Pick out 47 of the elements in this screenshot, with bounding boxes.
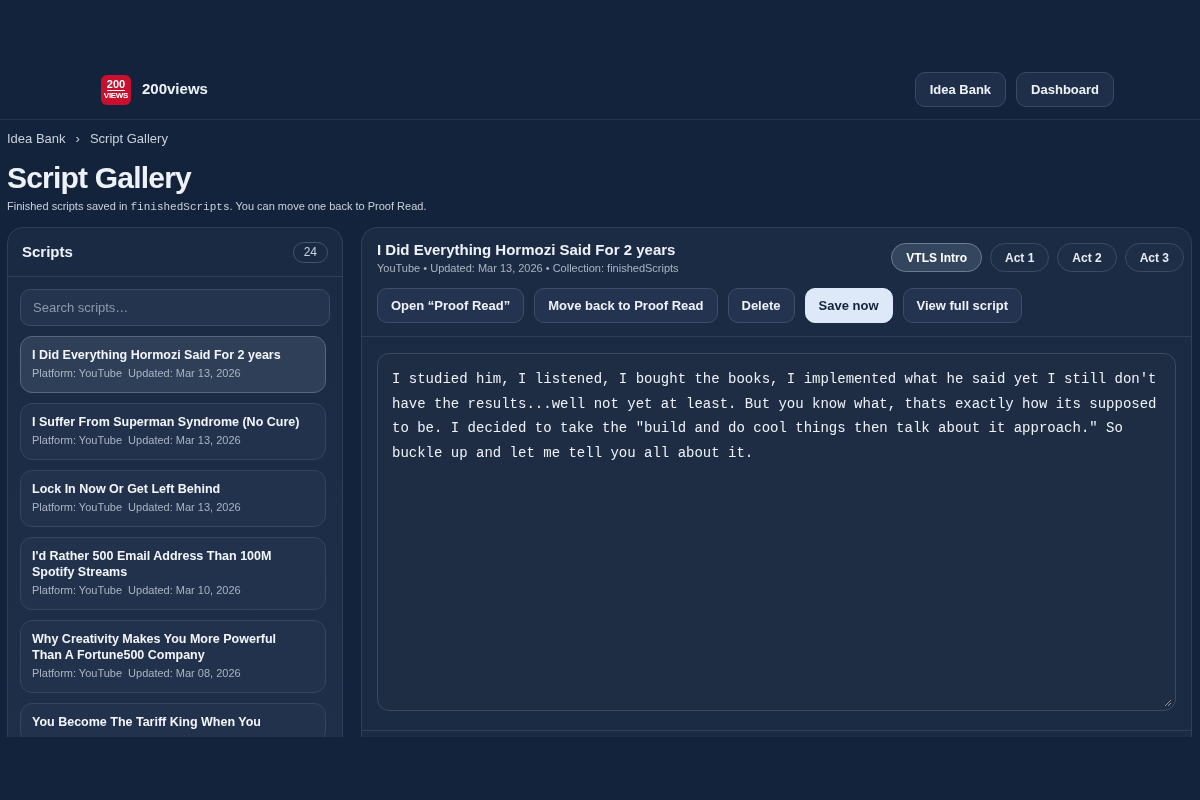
logo-text: 200 <box>106 79 126 91</box>
action-button[interactable]: Delete <box>727 288 795 323</box>
script-title: I Suffer From Superman Syndrome (No Cure) <box>32 414 301 430</box>
script-updated: Updated: Mar 13, 2026 <box>128 366 241 380</box>
action-button[interactable]: Open “Proof Read” <box>377 288 525 323</box>
script-title: Lock In Now Or Get Left Behind <box>32 481 222 497</box>
section-tab[interactable]: Act 1 <box>989 243 1050 272</box>
script-list-item[interactable]: Why Creativity Makes You More Powerful Than A Fortune500 Company Platform: YouTube Updated: Mar 08, 2026 <box>20 620 326 693</box>
script-platform: Platform: YouTube <box>32 583 123 597</box>
nav-button[interactable]: Dashboard <box>1016 72 1114 107</box>
panel-title: Scripts <box>22 241 73 262</box>
script-heading: I Did Everything Hormozi Said For 2 years <box>377 240 677 260</box>
script-updated: Updated: Mar 10, 2026 <box>128 583 241 597</box>
script-platform: Platform: YouTube <box>32 433 123 447</box>
script-platform: Platform: YouTube <box>32 666 123 680</box>
script-title: I Did Everything Hormozi Said For 2 years <box>32 347 282 363</box>
script-updated: Updated: Mar 13, 2026 <box>128 500 241 514</box>
nav-button[interactable]: Idea Bank <box>914 72 1007 107</box>
section-tab[interactable]: Act 3 <box>1124 243 1184 272</box>
search-field[interactable]: Search scripts… <box>20 289 330 326</box>
script-title: Why Creativity Makes You More Powerful Than A Fortune500 Company <box>32 631 278 663</box>
section-tab[interactable]: VTLS Intro <box>891 243 982 272</box>
action-button[interactable]: Save now <box>804 288 893 323</box>
script-list-item[interactable]: Lock In Now Or Get Left Behind Platform: YouTube Updated: Mar 13, 2026 <box>20 470 326 527</box>
script-platform: Platform: YouTube <box>32 500 123 514</box>
script-title: You Become The Tariff King When You <box>32 714 262 730</box>
script-list-item[interactable]: I Did Everything Hormozi Said For 2 years Platform: YouTube Updated: Mar 13, 2026 <box>20 336 326 393</box>
script-list-item[interactable]: I Suffer From Superman Syndrome (No Cure) Platform: YouTube Updated: Mar 13, 2026 <box>20 403 326 460</box>
script-list-item[interactable]: I'd Rather 500 Email Address Than 100M Spotify Streams Platform: YouTube Updated: Mar 10, 2026 <box>20 537 326 610</box>
brand-name: 200views <box>142 79 208 100</box>
script-updated: Updated: Mar 08, 2026 <box>128 666 241 680</box>
breadcrumb-current: Script Gallery <box>89 130 168 148</box>
action-button[interactable]: View full script <box>902 288 1022 323</box>
script-title: I'd Rather 500 Email Address Than 100M Spotify Streams <box>32 548 273 580</box>
breadcrumb-link[interactable]: Idea Bank <box>7 130 66 148</box>
script-updated: Updated: Mar 13, 2026 <box>128 433 241 447</box>
script-list-item[interactable]: You Become The Tariff King When You <box>20 703 326 737</box>
page-subtitle: Finished scripts saved in finishedScripts. You can move one back to Proof Read. <box>7 199 427 214</box>
section-tab[interactable]: Act 2 <box>1057 243 1117 272</box>
resize-handle-icon[interactable] <box>1164 699 1172 707</box>
breadcrumb-separator: › <box>75 130 80 148</box>
script-meta: YouTube • Updated: Mar 13, 2026 • Collection: finishedScripts <box>377 261 679 276</box>
action-button[interactable]: Move back to Proof Read <box>534 288 718 323</box>
script-editor[interactable]: I studied him, I listened, I bought the books, I implemented what he said yet I still don't have the results...well not yet at least. But you know what, thats exactly how its supposed to be. I decided to take the "build and do cool things then talk about it approach." So buckle up and let me tell you all about it. <box>377 353 1176 711</box>
script-platform: Platform: YouTube <box>32 366 123 380</box>
page-title: Script Gallery <box>7 160 191 196</box>
logo-text: VIEWS <box>103 91 129 100</box>
